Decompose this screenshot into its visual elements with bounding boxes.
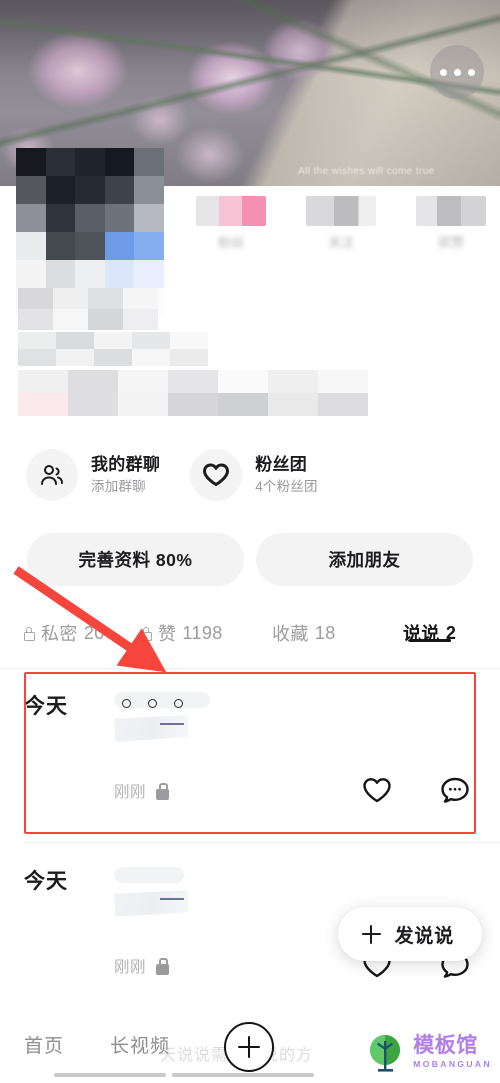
dot bbox=[439, 68, 447, 76]
stat-item[interactable]: 粉丝 bbox=[196, 196, 266, 256]
heart-outline-icon[interactable] bbox=[362, 777, 392, 809]
stat-label: 获赞 bbox=[437, 235, 464, 250]
plus-icon bbox=[361, 924, 381, 944]
tab-private[interactable]: 私密 20 bbox=[22, 620, 105, 646]
home-indicator bbox=[54, 1073, 166, 1077]
nav-item-home[interactable]: 首页 bbox=[24, 1031, 64, 1058]
comment-bubble-icon[interactable] bbox=[440, 776, 470, 809]
watermark-text: 模板馆 MOBANGUAN bbox=[413, 1035, 492, 1069]
entry-subtitle: 添加群聊 bbox=[91, 479, 146, 495]
entry-title: 粉丝团 bbox=[255, 454, 308, 474]
profile-action-buttons: 完善资料 80% 添加朋友 bbox=[27, 533, 473, 586]
entry-text: 我的群聊 添加群聊 bbox=[91, 454, 160, 496]
site-watermark: 模板馆 MOBANGUAN bbox=[364, 1031, 492, 1073]
entry-my-group-chat[interactable]: 我的群聊 添加群聊 bbox=[26, 438, 160, 512]
feed-post-item[interactable]: 今天 刚刚 bbox=[0, 668, 500, 843]
tab-count: 18 bbox=[314, 622, 336, 643]
nav-item-long-video[interactable]: 长视频 bbox=[110, 1031, 170, 1058]
lock-icon bbox=[139, 626, 152, 641]
content-tab-bar: 私密 20 赞 1198 收藏 18 说说 2 bbox=[0, 612, 500, 669]
dot bbox=[467, 68, 475, 76]
complete-profile-button[interactable]: 完善资料 80% bbox=[27, 533, 244, 586]
tab-count: 20 bbox=[83, 622, 105, 643]
entry-fan-club[interactable]: 粉丝团 4个粉丝团 bbox=[190, 438, 318, 512]
entry-text: 粉丝团 4个粉丝团 bbox=[255, 454, 318, 496]
profile-entry-row: 我的群聊 添加群聊 粉丝团 4个粉丝团 bbox=[0, 438, 500, 512]
tab-moments[interactable]: 说说 2 bbox=[403, 620, 456, 646]
group-people-icon bbox=[26, 449, 78, 501]
dot bbox=[453, 68, 461, 76]
tab-likes[interactable]: 赞 1198 bbox=[139, 620, 223, 646]
plus-circle-icon[interactable] bbox=[224, 1022, 274, 1072]
tab-label: 说说 bbox=[403, 624, 440, 644]
watermark-subtitle: MOBANGUAN bbox=[413, 1059, 492, 1070]
stat-value-censored bbox=[306, 196, 376, 226]
profile-stats-row: 粉丝 关注 获赞 bbox=[196, 196, 486, 256]
post-content-censored bbox=[114, 867, 188, 917]
bio-censored bbox=[18, 370, 368, 416]
post-day-label: 今天 bbox=[24, 870, 68, 893]
home-indicator bbox=[172, 1073, 314, 1077]
post-text-line-censored bbox=[114, 867, 184, 883]
post-text-line-censored bbox=[114, 715, 188, 742]
stat-value-censored bbox=[196, 196, 266, 226]
post-text-line-censored bbox=[114, 890, 188, 917]
username-censored bbox=[18, 288, 158, 330]
pager-dot bbox=[122, 699, 131, 708]
stat-value-censored bbox=[416, 196, 486, 226]
stat-item[interactable]: 获赞 bbox=[416, 196, 486, 256]
tab-label: 赞 bbox=[158, 624, 177, 644]
user-id-censored bbox=[18, 332, 208, 366]
post-timestamp: 刚刚 bbox=[114, 784, 147, 801]
watermark-title: 模板馆 bbox=[413, 1034, 478, 1058]
post-meta: 刚刚 bbox=[114, 955, 170, 977]
post-moment-fab[interactable]: 发说说 bbox=[337, 907, 482, 961]
add-friend-button[interactable]: 添加朋友 bbox=[256, 533, 473, 586]
lock-icon bbox=[155, 782, 170, 800]
fab-label: 发说说 bbox=[394, 925, 454, 947]
pager-dot bbox=[174, 699, 183, 708]
app-screen: All the wishes will come true 粉丝 关注 获赞 我… bbox=[0, 0, 500, 1083]
annotation-highlight-box bbox=[24, 672, 476, 834]
entry-subtitle: 4个粉丝团 bbox=[255, 479, 318, 495]
stat-label: 粉丝 bbox=[217, 235, 244, 250]
post-day-label: 今天 bbox=[24, 695, 68, 718]
heart-outline-icon bbox=[190, 449, 243, 501]
tab-count: 1198 bbox=[182, 622, 223, 643]
entry-title: 我的群聊 bbox=[91, 454, 161, 474]
lock-icon bbox=[22, 626, 35, 641]
post-action-icons bbox=[362, 776, 470, 809]
tab-favorites[interactable]: 收藏 18 bbox=[272, 620, 336, 646]
stat-item[interactable]: 关注 bbox=[306, 196, 376, 256]
pager-dot bbox=[148, 699, 157, 708]
post-pager-dots bbox=[122, 699, 183, 708]
moments-feed: 今天 刚刚 今天 刚刚 bbox=[0, 668, 500, 1018]
post-meta: 刚刚 bbox=[114, 780, 170, 802]
tab-active-underline bbox=[408, 638, 451, 642]
stat-label: 关注 bbox=[327, 235, 354, 250]
more-horizontal-icon[interactable] bbox=[430, 45, 484, 99]
tab-label: 私密 bbox=[41, 624, 78, 644]
lock-icon bbox=[155, 957, 170, 975]
cover-caption-text: All the wishes will come true bbox=[298, 166, 435, 177]
tree-logo-icon bbox=[364, 1031, 406, 1073]
post-timestamp: 刚刚 bbox=[114, 959, 147, 976]
tab-label: 收藏 bbox=[272, 624, 309, 644]
